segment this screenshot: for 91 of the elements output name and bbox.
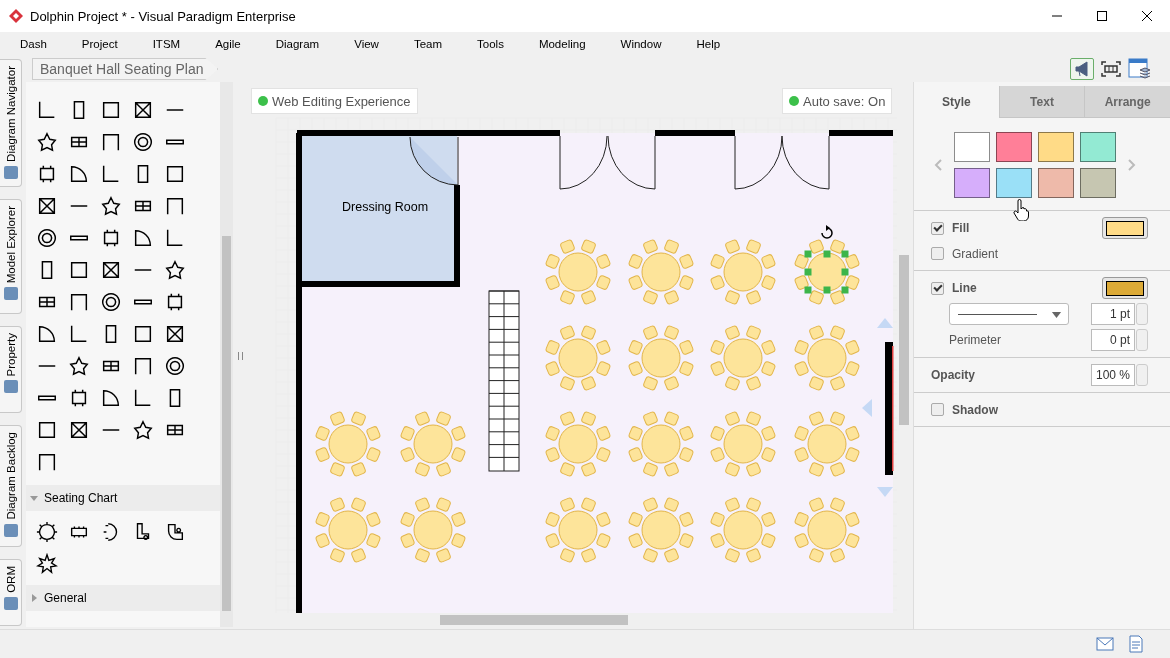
menu-item[interactable]: Dash <box>8 38 59 50</box>
gradient-label: Gradient <box>952 246 999 261</box>
color-swatch[interactable] <box>996 132 1032 162</box>
color-swatch[interactable] <box>1080 132 1116 162</box>
palette-section-header[interactable]: Seating Chart <box>26 485 220 511</box>
scrollbar[interactable] <box>220 82 233 627</box>
shape-icon[interactable] <box>68 419 90 441</box>
line-label: Line <box>952 281 977 295</box>
fit-frame-icon[interactable] <box>1100 59 1122 79</box>
menu-item[interactable]: Tools <box>465 38 516 50</box>
menu-item[interactable]: Agile <box>203 38 253 50</box>
checkbox[interactable] <box>931 281 944 295</box>
layers-window-icon[interactable] <box>1128 58 1150 80</box>
shape-icon[interactable] <box>100 195 122 217</box>
side-tab[interactable]: Diagram Backlog <box>0 425 22 547</box>
shape-icon[interactable] <box>164 259 186 281</box>
shape-icon[interactable] <box>164 355 186 377</box>
side-tab[interactable]: Model Explorer <box>0 199 22 314</box>
shape-icon[interactable] <box>164 163 186 185</box>
line-style-dropdown[interactable] <box>949 303 1069 325</box>
menu-item[interactable]: Project <box>69 38 130 50</box>
splitter-handle-icon[interactable] <box>237 351 243 360</box>
menu-item[interactable]: Window <box>608 38 674 50</box>
shape-icon[interactable] <box>132 355 154 377</box>
shape-icon[interactable] <box>68 355 90 377</box>
breadcrumb[interactable]: Banquet Hall Seating Plan <box>32 58 219 80</box>
section-title: General <box>44 591 87 605</box>
app-logo-icon <box>8 8 24 24</box>
shape-icon[interactable] <box>36 195 58 217</box>
side-tab[interactable]: Property <box>0 326 22 413</box>
number-field[interactable]: 100 % <box>1091 364 1135 386</box>
opacity-label: Opacity <box>931 368 975 382</box>
shape-icon[interactable] <box>164 195 186 217</box>
menu-item[interactable]: Modeling <box>526 38 598 50</box>
color-swatch[interactable] <box>1038 132 1074 162</box>
shape-icon[interactable] <box>36 131 58 153</box>
menu-item[interactable]: ITSM <box>140 38 193 50</box>
color-swatch[interactable] <box>954 132 990 162</box>
number-field[interactable]: 0 pt <box>1091 329 1135 351</box>
palette-section-header[interactable]: General <box>26 585 220 611</box>
shape-icon[interactable] <box>36 419 58 441</box>
section-title: Seating Chart <box>44 491 118 505</box>
menu-item[interactable]: View <box>342 38 391 50</box>
shape-icon[interactable] <box>68 259 90 281</box>
shape-icon[interactable] <box>100 387 122 409</box>
menu-item[interactable]: Diagram <box>263 38 332 50</box>
room-label: Dressing Room <box>342 200 429 214</box>
shape-icon[interactable] <box>132 227 154 249</box>
hand-cursor-icon <box>1013 199 1029 221</box>
shape-icon[interactable] <box>36 451 58 473</box>
color-swatch[interactable] <box>954 168 990 198</box>
shadow-label: Shadow <box>952 402 998 417</box>
megaphone-icon[interactable] <box>1070 58 1094 80</box>
envelope-icon[interactable] <box>1096 637 1114 651</box>
rotate-handle-icon[interactable] <box>821 225 833 239</box>
color-swatch[interactable] <box>996 168 1032 198</box>
menu-item[interactable]: Team <box>401 38 455 50</box>
color-swatch[interactable] <box>1038 168 1074 198</box>
seating-icon[interactable] <box>36 553 58 575</box>
checkbox[interactable] <box>931 247 944 260</box>
shape-icon[interactable] <box>164 323 186 345</box>
close-icon[interactable] <box>1141 10 1153 22</box>
shape-icon[interactable] <box>36 227 58 249</box>
maximize-icon[interactable] <box>1096 10 1108 22</box>
side-tab[interactable]: Diagram Navigator <box>0 59 22 187</box>
checkbox[interactable] <box>931 221 944 235</box>
panel-tab[interactable]: Arrange <box>1084 86 1170 118</box>
window-title: Dolphin Project * - Visual Paradigm Enterprise <box>30 8 296 24</box>
shape-icon[interactable] <box>100 99 122 121</box>
seating-icon[interactable] <box>36 521 58 543</box>
fill-label: Fill <box>952 221 970 235</box>
menu-item[interactable]: Help <box>684 38 733 50</box>
status-badge: Web Editing Experience <box>251 88 418 114</box>
checkbox[interactable] <box>931 403 944 416</box>
shape-icon[interactable] <box>132 419 154 441</box>
shape-icon[interactable] <box>100 291 122 313</box>
shape-icon[interactable] <box>100 131 122 153</box>
color-swatch[interactable] <box>1080 168 1116 198</box>
number-field[interactable]: 1 pt <box>1091 303 1135 325</box>
panel-tab[interactable]: Text <box>998 86 1085 118</box>
shape-icon[interactable] <box>36 323 58 345</box>
shape-icon[interactable] <box>100 259 122 281</box>
status-badge: Auto save: On <box>782 88 893 114</box>
perimeter-label: Perimeter <box>949 333 1001 347</box>
door-drawing <box>409 136 459 186</box>
shape-icon[interactable] <box>132 99 154 121</box>
shape-icon[interactable] <box>132 323 154 345</box>
shape-icon[interactable] <box>132 131 154 153</box>
shape-icon[interactable] <box>68 163 90 185</box>
side-tab[interactable]: ORM <box>0 559 22 626</box>
shape-icon[interactable] <box>68 291 90 313</box>
